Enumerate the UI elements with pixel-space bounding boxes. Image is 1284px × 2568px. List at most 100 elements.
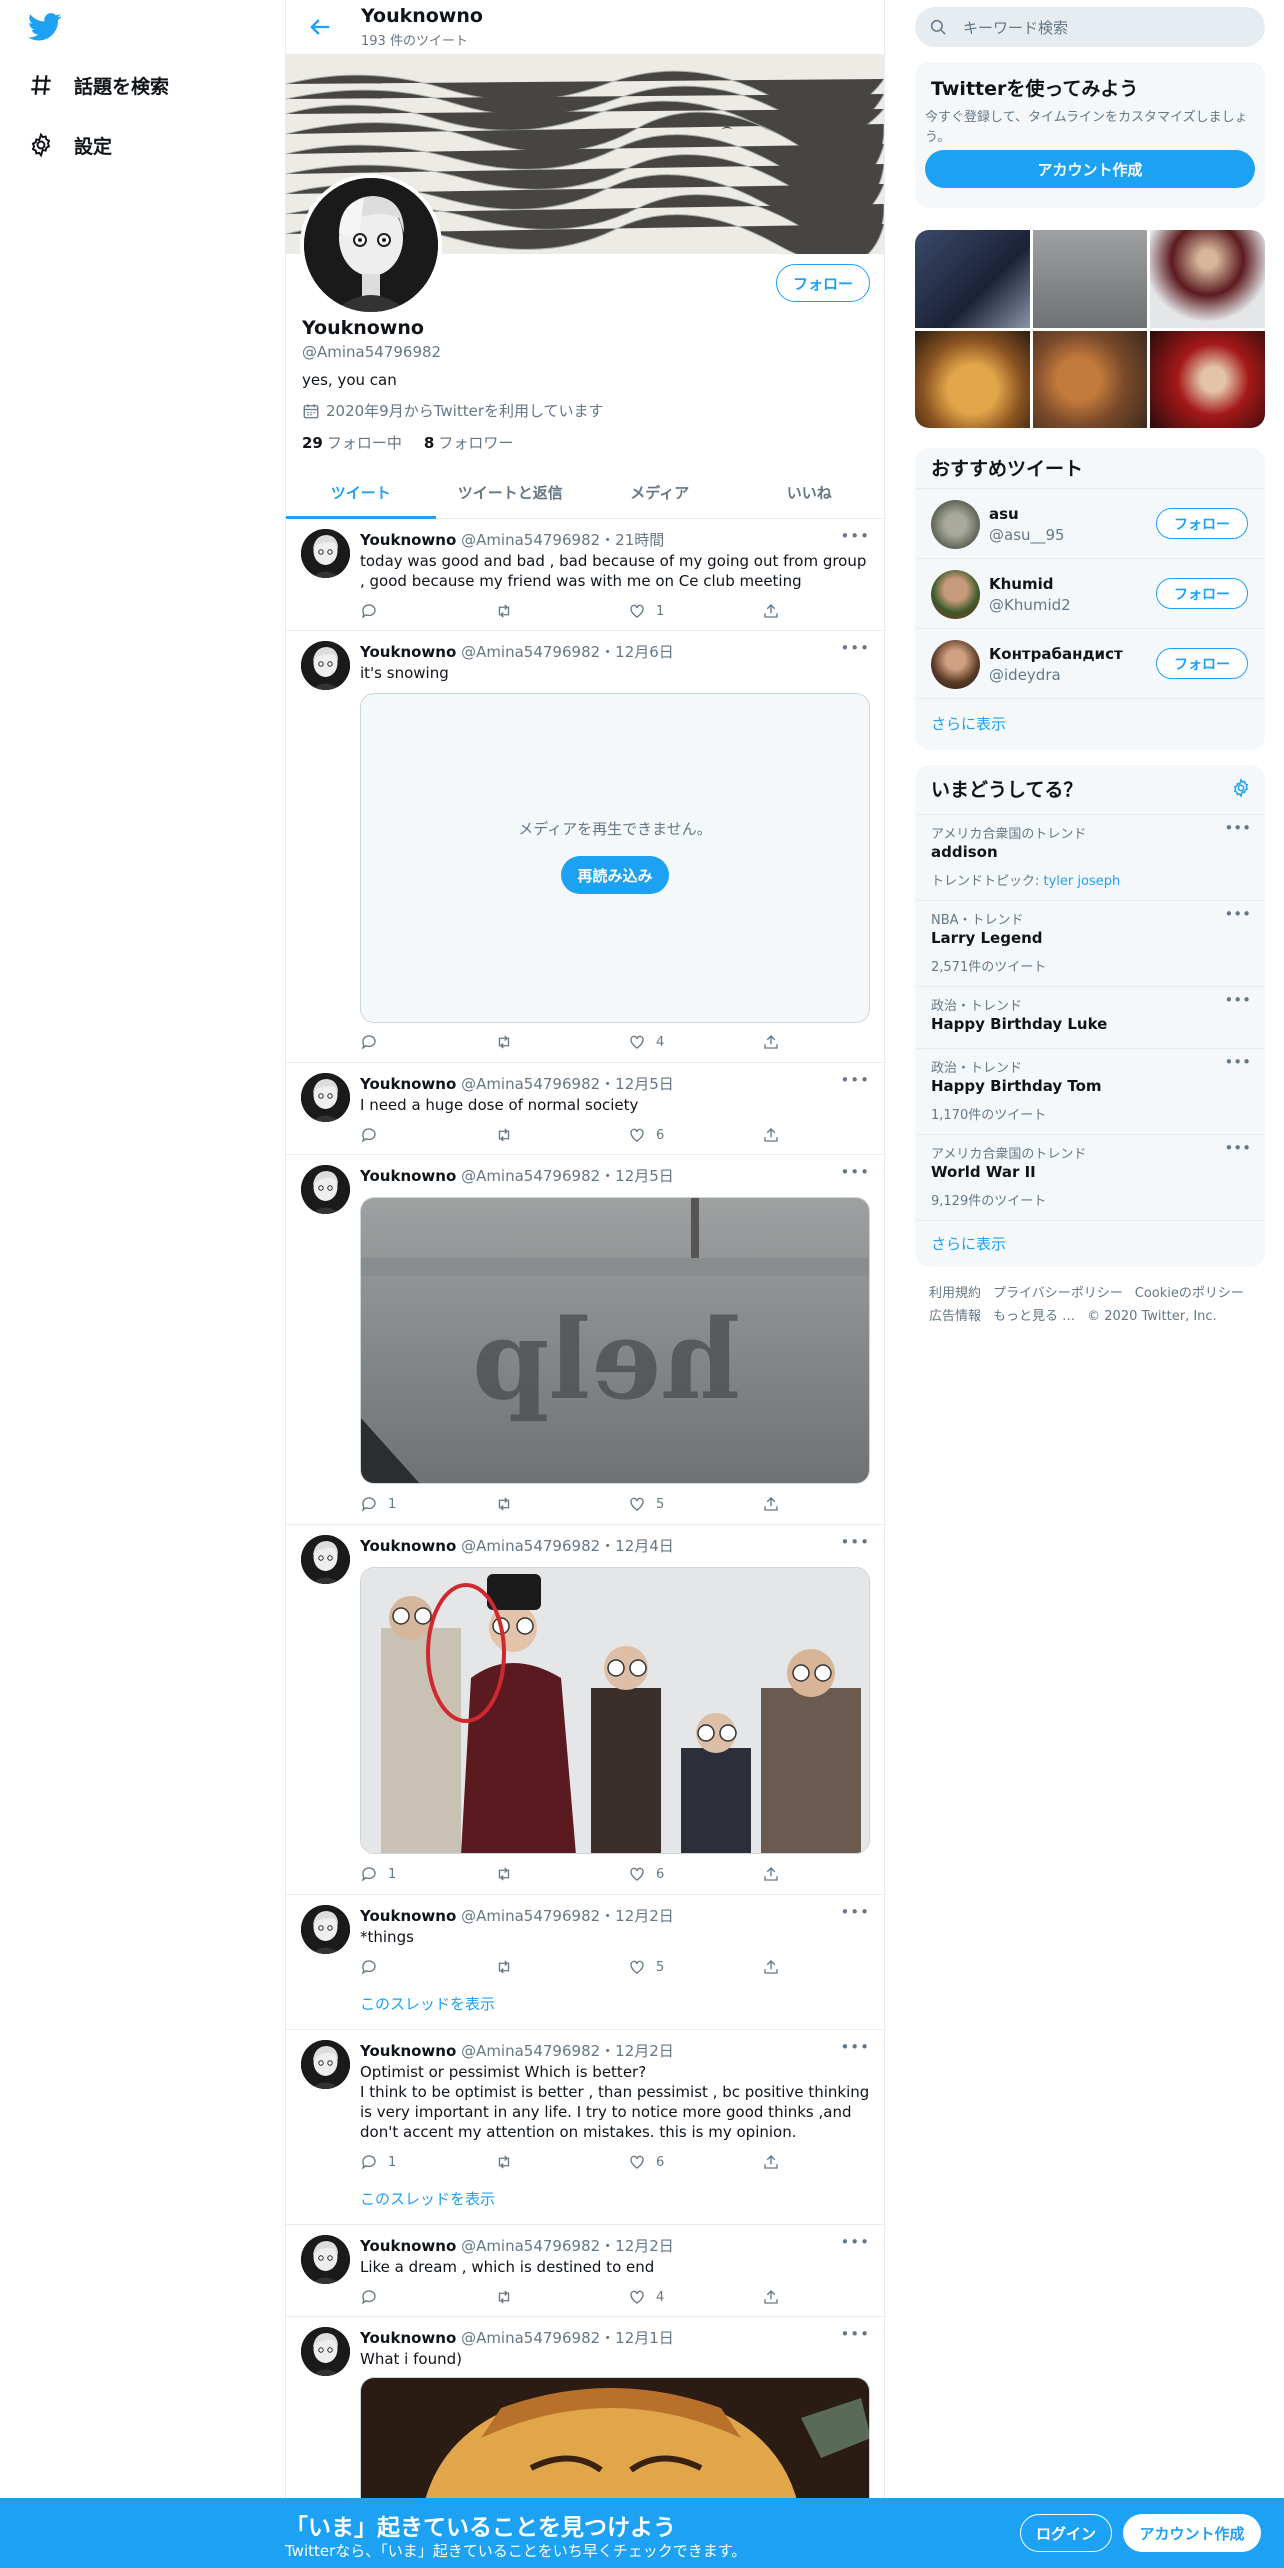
tweet-author[interactable]: Youknowno (360, 1907, 456, 1925)
more-icon[interactable]: ••• (840, 639, 870, 657)
reply-button[interactable] (360, 1032, 494, 1052)
media-thumb[interactable] (915, 230, 1030, 328)
recommend-user[interactable]: Контрабандист @ideydra フォロー (915, 628, 1265, 698)
footer-ads[interactable]: 広告情報 (929, 1309, 981, 1324)
tab-media[interactable]: メディア (585, 466, 735, 518)
media-thumb[interactable] (1032, 330, 1148, 428)
recommend-avatar[interactable] (931, 500, 980, 549)
media-thumb[interactable] (1032, 230, 1148, 328)
more-icon[interactable]: ••• (840, 1533, 870, 1551)
tweet-photo[interactable] (360, 2377, 870, 2517)
retweet-button[interactable] (494, 601, 628, 621)
tweet-author[interactable]: Youknowno (360, 1537, 456, 1555)
tweet-avatar[interactable] (301, 2235, 350, 2284)
login-button[interactable]: ログイン (1020, 2514, 1112, 2552)
share-button[interactable] (762, 2287, 780, 2307)
more-icon[interactable]: ••• (1224, 1053, 1251, 1071)
share-button[interactable] (762, 1957, 780, 1977)
trend-item[interactable]: NBA・トレンド Larry Legend 2,571件のツイート ••• (915, 900, 1265, 986)
footer-privacy[interactable]: プライバシーポリシー (993, 1286, 1123, 1301)
like-button[interactable]: 4 (628, 1032, 762, 1052)
like-button[interactable]: 4 (628, 2287, 762, 2307)
more-icon[interactable]: ••• (840, 1163, 870, 1181)
tweet[interactable]: Youknowno @Amina54796982・21時間 ••• today … (286, 519, 884, 631)
media-thumb[interactable] (1150, 330, 1265, 428)
following-stat[interactable]: 29 フォロー中 (302, 432, 402, 453)
twitter-logo-icon[interactable] (28, 13, 62, 41)
like-button[interactable]: 5 (628, 1957, 762, 1977)
more-icon[interactable]: ••• (840, 2325, 870, 2343)
tweet[interactable]: Youknowno @Amina54796982・12月5日 ••• I nee… (286, 1063, 884, 1155)
tweet[interactable]: Youknowno @Amina54796982・12月5日 ••• help … (286, 1155, 884, 1525)
more-icon[interactable]: ••• (840, 2233, 870, 2251)
recommend-show-more[interactable]: さらに表示 (931, 713, 1006, 734)
reply-button[interactable]: 1 (360, 1864, 494, 1884)
reply-button[interactable]: 1 (360, 2152, 494, 2172)
tweet-author[interactable]: Youknowno (360, 1167, 456, 1185)
tab-tweets[interactable]: ツイート (286, 466, 436, 519)
like-button[interactable]: 5 (628, 1494, 762, 1514)
tweet-author[interactable]: Youknowno (360, 1075, 456, 1093)
recommend-follow-button[interactable]: フォロー (1156, 578, 1248, 609)
tweet-author[interactable]: Youknowno (360, 643, 456, 661)
reply-button[interactable] (360, 1125, 494, 1145)
tweet-avatar[interactable] (301, 2040, 350, 2089)
settings-gear-icon[interactable] (1231, 778, 1251, 798)
more-icon[interactable]: ••• (1224, 1139, 1251, 1157)
recommend-avatar[interactable] (931, 570, 980, 619)
share-button[interactable] (762, 1125, 780, 1145)
search-box[interactable]: キーワード検索 (915, 7, 1265, 47)
retweet-button[interactable] (494, 1125, 628, 1145)
trend-item[interactable]: アメリカ合衆国のトレンド addison トレンドトピック: tyler jos… (915, 814, 1265, 900)
trends-show-more[interactable]: さらに表示 (931, 1233, 1006, 1254)
follow-button[interactable]: フォロー (776, 264, 870, 302)
profile-avatar[interactable] (300, 174, 442, 316)
recommend-user[interactable]: Khumid @Khumid2 フォロー (915, 558, 1265, 628)
retweet-button[interactable] (494, 1494, 628, 1514)
retweet-button[interactable] (494, 1032, 628, 1052)
share-button[interactable] (762, 1032, 780, 1052)
more-icon[interactable]: ••• (1224, 991, 1251, 1009)
reply-button[interactable] (360, 601, 494, 621)
tweet[interactable]: Youknowno @Amina54796982・12月2日 ••• Optim… (286, 2030, 884, 2225)
retweet-button[interactable] (494, 1957, 628, 1977)
retweet-button[interactable] (494, 2287, 628, 2307)
tweet-avatar[interactable] (301, 1073, 350, 1122)
footer-cookie[interactable]: Cookieのポリシー (1135, 1286, 1244, 1301)
tweet-avatar[interactable] (301, 1165, 350, 1214)
tweet-avatar[interactable] (301, 2327, 350, 2376)
tweet[interactable]: Youknowno @Amina54796982・12月4日 ••• 1 6 (286, 1525, 884, 1895)
share-button[interactable] (762, 1864, 780, 1884)
more-icon[interactable]: ••• (840, 1071, 870, 1089)
media-thumb[interactable] (1150, 230, 1265, 328)
recommend-user[interactable]: asu @asu__95 フォロー (915, 488, 1265, 558)
tweet-avatar[interactable] (301, 529, 350, 578)
like-button[interactable]: 6 (628, 1864, 762, 1884)
reply-button[interactable] (360, 2287, 494, 2307)
tweet-author[interactable]: Youknowno (360, 531, 456, 549)
tweet[interactable]: Youknowno @Amina54796982・12月6日 ••• it's … (286, 631, 884, 1063)
like-button[interactable]: 6 (628, 2152, 762, 2172)
tab-likes[interactable]: いいね (735, 466, 885, 518)
show-thread-link[interactable]: このスレッドを表示 (360, 2188, 495, 2209)
tweet-avatar[interactable] (301, 1905, 350, 1954)
tweet[interactable]: Youknowno @Amina54796982・12月2日 ••• *thin… (286, 1895, 884, 2030)
nav-settings[interactable]: 設定 (28, 127, 112, 163)
share-button[interactable] (762, 2152, 780, 2172)
tweet-author[interactable]: Youknowno (360, 2042, 456, 2060)
tweet[interactable]: Youknowno @Amina54796982・12月1日 ••• What … (286, 2317, 884, 2517)
trend-extra-link[interactable]: tyler joseph (1044, 874, 1121, 889)
footer-more[interactable]: もっと見る … (993, 1309, 1075, 1324)
show-thread-link[interactable]: このスレッドを表示 (360, 1993, 495, 2014)
like-button[interactable]: 6 (628, 1125, 762, 1145)
tweet-author[interactable]: Youknowno (360, 2237, 456, 2255)
tweet-photo[interactable]: help (360, 1197, 870, 1484)
trend-item[interactable]: 政治・トレンド Happy Birthday Tom 1,170件のツイート •… (915, 1048, 1265, 1134)
nav-explore[interactable]: 話題を検索 (28, 67, 169, 103)
reply-button[interactable]: 1 (360, 1494, 494, 1514)
recommend-follow-button[interactable]: フォロー (1156, 648, 1248, 679)
tweet[interactable]: Youknowno @Amina54796982・12月2日 ••• Like … (286, 2225, 884, 2317)
share-button[interactable] (762, 1494, 780, 1514)
tweet-photo[interactable] (360, 1567, 870, 1854)
retweet-button[interactable] (494, 1864, 628, 1884)
